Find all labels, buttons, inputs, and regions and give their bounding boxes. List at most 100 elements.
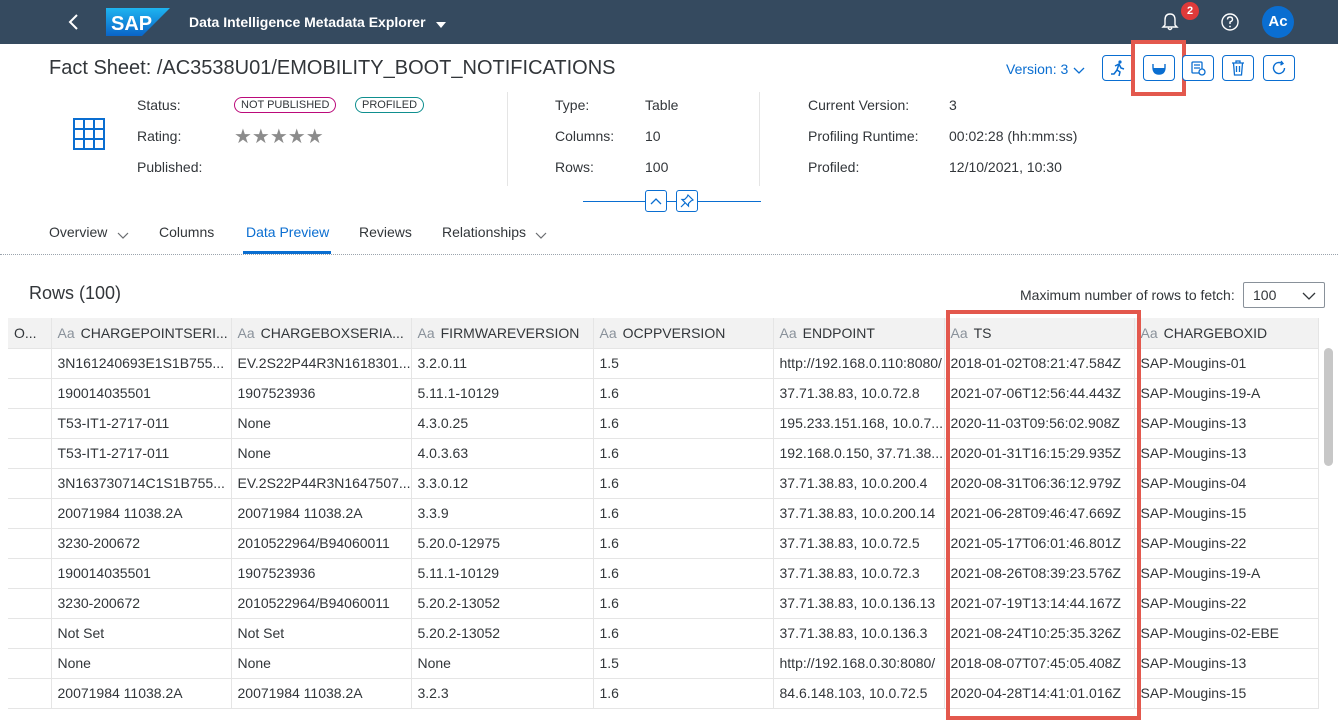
bell-icon[interactable] xyxy=(1160,12,1180,37)
divider xyxy=(759,92,760,186)
table-cell: 5.11.1-10129 xyxy=(411,378,594,409)
chevron-up-icon xyxy=(650,198,662,205)
table-cell: 37.71.38.83, 10.0.72.5 xyxy=(773,528,945,559)
table-cell: 1.6 xyxy=(593,618,774,649)
refresh-icon xyxy=(1272,60,1286,75)
caret-down-icon[interactable] xyxy=(435,17,447,35)
published-label: Published: xyxy=(137,159,203,175)
chevron-down-icon[interactable] xyxy=(1073,63,1085,81)
column-header[interactable]: Aa CHARGEBOXID xyxy=(1134,318,1319,349)
columns-label: Columns: xyxy=(555,128,615,144)
table-cell xyxy=(8,558,52,589)
tab-data-preview[interactable]: Data Preview xyxy=(246,224,329,240)
tab-reviews[interactable]: Reviews xyxy=(359,224,412,240)
table-cell: 2010522964/B94060011 xyxy=(231,588,412,619)
chevron-down-icon[interactable] xyxy=(535,228,547,246)
table-cell: 37.71.38.83, 10.0.136.13 xyxy=(773,588,945,619)
max-rows-select[interactable]: 100 xyxy=(1243,282,1325,308)
type-value: Table xyxy=(645,97,679,113)
column-header[interactable]: O... xyxy=(8,318,52,349)
column-header-label: FIRMWAREVERSION xyxy=(440,324,580,341)
chevron-down-icon[interactable] xyxy=(1302,289,1316,305)
table-cell: 1.5 xyxy=(593,348,774,379)
column-header[interactable]: Aa CHARGEBOXSERIA... xyxy=(231,318,412,349)
back-icon[interactable] xyxy=(62,10,86,34)
trash-icon xyxy=(1232,60,1244,76)
highlight-box-ts-column xyxy=(946,310,1141,720)
table-cell: None xyxy=(51,648,232,679)
table-scrollbar[interactable] xyxy=(1320,318,1338,708)
table-cell: SAP-Mougins-02-EBE xyxy=(1134,618,1319,649)
rows-title: Rows (100) xyxy=(29,283,122,303)
string-type-icon: Aa xyxy=(237,324,255,341)
table-cell: 3.3.9 xyxy=(411,498,594,529)
lineage-button[interactable] xyxy=(1182,55,1214,81)
rating-stars[interactable]: ★★★★★ xyxy=(234,124,324,149)
table-cell: SAP-Mougins-22 xyxy=(1134,528,1319,559)
table-cell xyxy=(8,528,52,559)
sap-logo[interactable]: SAP xyxy=(106,8,170,36)
max-rows-label: Maximum number of rows to fetch: xyxy=(1020,287,1235,303)
status-badge-not-published: NOT PUBLISHED xyxy=(234,97,337,113)
table-cell: Not Set xyxy=(231,618,412,649)
table-cell: 37.71.38.83, 10.0.200.14 xyxy=(773,498,945,529)
table-cell: SAP-Mougins-01 xyxy=(1134,348,1319,379)
table-cell: 37.71.38.83, 10.0.72.8 xyxy=(773,378,945,409)
header-collapse-line xyxy=(583,201,761,202)
run-profiling-button[interactable] xyxy=(1102,55,1134,81)
table-cell: None xyxy=(231,648,412,679)
table-cell: 1907523936 xyxy=(231,378,412,409)
string-type-icon: Aa xyxy=(1140,324,1158,341)
table-cell: 190014035501 xyxy=(51,378,232,409)
tab-columns[interactable]: Columns xyxy=(159,224,214,240)
scrollbar-thumb[interactable] xyxy=(1324,348,1333,466)
column-header[interactable]: Aa OCPPVERSION xyxy=(593,318,774,349)
column-header-label: CHARGEBOXID xyxy=(1163,324,1268,341)
version-selector[interactable]: Version: 3 xyxy=(1006,61,1068,77)
table-cell: 1.6 xyxy=(593,528,774,559)
table-cell: 1.6 xyxy=(593,498,774,529)
table-cell: 5.11.1-10129 xyxy=(411,558,594,589)
table-cell: 20071984 11038.2A xyxy=(51,678,232,709)
table-cell xyxy=(8,438,52,469)
shell-bar: SAP Data Intelligence Metadata Explorer … xyxy=(0,0,1338,44)
table-cell xyxy=(8,468,52,499)
table-cell: 84.6.148.103, 10.0.72.5 xyxy=(773,678,945,709)
runner-icon xyxy=(1111,60,1125,77)
table-cell: 1.5 xyxy=(593,648,774,679)
table-cell: 20071984 11038.2A xyxy=(51,498,232,529)
table-cell: 3.2.3 xyxy=(411,678,594,709)
table-cell: 195.233.151.168, 10.0.7... xyxy=(773,408,945,439)
table-cell xyxy=(8,378,52,409)
user-avatar[interactable]: Ac xyxy=(1262,6,1294,38)
table-cell xyxy=(8,618,52,649)
table-cell: SAP-Mougins-13 xyxy=(1134,648,1319,679)
pin-header-button[interactable] xyxy=(676,190,698,212)
table-cell: 3.2.0.11 xyxy=(411,348,594,379)
rows-value: 100 xyxy=(645,159,669,175)
columns-value: 10 xyxy=(645,128,661,144)
table-cell: 2010522964/B94060011 xyxy=(231,528,412,559)
status-label: Status: xyxy=(137,97,181,113)
table-cell: 3230-200672 xyxy=(51,588,232,619)
tab-relationships[interactable]: Relationships xyxy=(442,224,526,240)
help-icon[interactable] xyxy=(1220,12,1240,37)
column-header[interactable]: Aa FIRMWAREVERSION xyxy=(411,318,594,349)
refresh-button[interactable] xyxy=(1263,55,1295,81)
table-cell: 4.3.0.25 xyxy=(411,408,594,439)
table-cell: Not Set xyxy=(51,618,232,649)
table-cell: SAP-Mougins-19-A xyxy=(1134,558,1319,589)
chevron-down-icon[interactable] xyxy=(117,228,129,246)
collapse-header-button[interactable] xyxy=(645,190,667,212)
table-cell: 1.6 xyxy=(593,558,774,589)
column-header[interactable]: Aa ENDPOINT xyxy=(773,318,945,349)
table-cell: T53-IT1-2717-011 xyxy=(51,438,232,469)
table-cell: 5.20.0-12975 xyxy=(411,528,594,559)
tab-overview[interactable]: Overview xyxy=(49,224,107,240)
string-type-icon: Aa xyxy=(417,324,435,341)
column-header[interactable]: Aa CHARGEPOINTSERI... xyxy=(51,318,232,349)
table-cell xyxy=(8,588,52,619)
delete-button[interactable] xyxy=(1222,55,1254,81)
app-title[interactable]: Data Intelligence Metadata Explorer xyxy=(189,14,426,30)
string-type-icon: Aa xyxy=(57,324,75,341)
